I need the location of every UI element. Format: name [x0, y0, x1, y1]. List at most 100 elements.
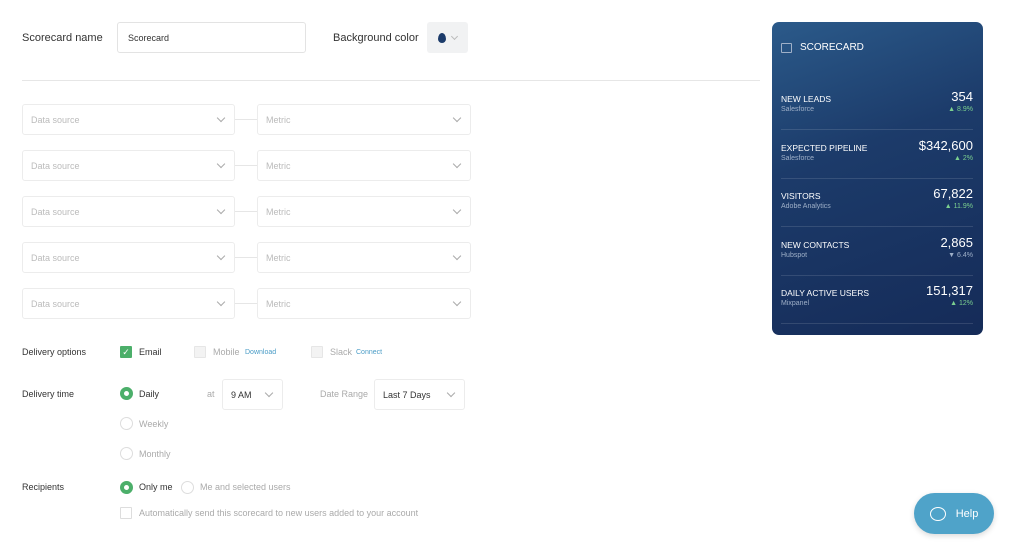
date-range-value: Last 7 Days	[383, 389, 431, 400]
scorecard-preview: SCORECARD NEW LEADS Salesforce 354 ▲ 8.9…	[772, 22, 983, 335]
daily-label: Daily	[139, 389, 160, 399]
background-color-picker[interactable]	[427, 22, 468, 53]
metric-name: EXPECTED PIPELINE	[781, 142, 868, 153]
data-source-placeholder: Data source	[31, 206, 80, 217]
scorecard-row: NEW CONTACTS Hubspot 2,865 ▼ 6.4%	[781, 228, 973, 276]
scorecard-name-label: Scorecard name	[22, 32, 103, 44]
chevron-down-icon	[216, 205, 226, 215]
auto-send-label: Automatically send this scorecard to new…	[139, 508, 419, 518]
metric-value: 354	[951, 89, 973, 104]
scorecard-icon	[781, 42, 792, 53]
metric-placeholder: Metric	[266, 298, 291, 309]
time-value: 9 AM	[231, 389, 252, 400]
data-source-placeholder: Data source	[31, 252, 80, 263]
email-label: Email	[139, 347, 162, 357]
data-source-select[interactable]: Data source	[22, 104, 235, 135]
chevron-down-icon	[264, 388, 274, 398]
monthly-label: Monthly	[139, 449, 171, 459]
metric-select[interactable]: Metric	[257, 242, 471, 273]
metric-name: VISITORS	[781, 191, 821, 201]
connector-line	[235, 257, 257, 258]
scorecard-name-input[interactable]: Scorecard	[117, 22, 306, 53]
mobile-label: Mobile	[213, 347, 240, 357]
metric-change: ▲ 11.9%	[944, 203, 973, 210]
chat-bubble-icon	[929, 506, 946, 521]
metric-value: $342,600	[918, 137, 973, 153]
download-link[interactable]: Download	[245, 349, 276, 356]
scorecard-row: NEW LEADS Salesforce 354 ▲ 8.9%	[781, 82, 973, 130]
metric-source: Mixpanel	[781, 300, 810, 307]
selected-users-radio[interactable]	[181, 481, 194, 494]
scorecard-title: SCORECARD	[800, 42, 864, 53]
chevron-down-icon	[452, 205, 462, 215]
chevron-down-icon	[452, 251, 462, 261]
monthly-radio[interactable]	[120, 447, 133, 460]
metric-source: Salesforce	[781, 106, 815, 113]
metric-source: Hubspot	[781, 251, 808, 259]
background-color-label: Background color	[333, 32, 419, 44]
metric-name: NEW CONTACTS	[781, 239, 850, 250]
mobile-checkbox[interactable]	[194, 346, 206, 358]
scorecard-row: EXPECTED PIPELINE Salesforce $342,600 ▲ …	[781, 131, 973, 179]
slack-label: Slack	[330, 347, 353, 357]
weekly-radio[interactable]	[120, 417, 133, 430]
chevron-down-icon	[450, 32, 459, 40]
divider	[22, 80, 760, 81]
delivery-time-label: Delivery time	[22, 389, 75, 399]
metric-select[interactable]: Metric	[257, 196, 471, 227]
date-range-label: Date Range	[320, 389, 369, 399]
only-me-radio[interactable]	[120, 481, 133, 494]
metric-placeholder: Metric	[266, 206, 291, 217]
only-me-label: Only me	[139, 482, 173, 492]
metric-select[interactable]: Metric	[257, 104, 471, 135]
scorecard-row: VISITORS Adobe Analytics 67,822 ▲ 11.9%	[781, 179, 973, 227]
metric-select[interactable]: Metric	[257, 150, 471, 181]
metric-select[interactable]: Metric	[257, 288, 471, 319]
selected-users-label: Me and selected users	[200, 482, 291, 492]
data-source-placeholder: Data source	[31, 160, 80, 171]
chevron-down-icon	[216, 113, 226, 123]
chevron-down-icon	[446, 388, 456, 398]
metric-value: 67,822	[933, 186, 973, 201]
chevron-down-icon	[452, 159, 462, 169]
connector-line	[235, 119, 257, 120]
metric-value: 151,317	[926, 283, 973, 298]
slack-checkbox[interactable]	[311, 346, 323, 358]
recipients-label: Recipients	[22, 482, 65, 492]
metric-change: ▲ 12%	[950, 300, 973, 307]
data-source-select[interactable]: Data source	[22, 242, 235, 273]
auto-send-checkbox[interactable]	[120, 507, 132, 519]
help-button[interactable]: Help	[914, 493, 994, 534]
data-source-select[interactable]: Data source	[22, 150, 235, 181]
data-source-placeholder: Data source	[31, 298, 80, 309]
metric-change: ▲ 8.9%	[948, 106, 973, 113]
chevron-down-icon	[216, 159, 226, 169]
metric-name: DAILY ACTIVE USERS	[781, 288, 870, 298]
data-source-select[interactable]: Data source	[22, 288, 235, 319]
metric-placeholder: Metric	[266, 114, 291, 125]
data-source-select[interactable]: Data source	[22, 196, 235, 227]
metric-change: ▼ 6.4%	[948, 251, 973, 259]
connect-link[interactable]: Connect	[356, 349, 382, 356]
date-range-select[interactable]: Last 7 Days	[374, 379, 465, 410]
connector-line	[235, 303, 257, 304]
metric-value: 2,865	[940, 234, 973, 250]
email-checkbox[interactable]: ✓	[120, 346, 132, 358]
chevron-down-icon	[216, 297, 226, 307]
chevron-down-icon	[216, 251, 226, 261]
droplet-icon	[438, 32, 446, 43]
metric-placeholder: Metric	[266, 160, 291, 171]
daily-radio[interactable]	[120, 387, 133, 400]
chevron-down-icon	[452, 113, 462, 123]
metric-change: ▲ 2%	[954, 154, 973, 162]
delivery-options-label: Delivery options	[22, 347, 87, 357]
time-select[interactable]: 9 AM	[222, 379, 283, 410]
metric-source: Salesforce	[781, 154, 815, 162]
chevron-down-icon	[452, 297, 462, 307]
weekly-label: Weekly	[139, 419, 169, 429]
metric-source: Adobe Analytics	[781, 203, 831, 210]
at-label: at	[207, 389, 215, 399]
help-label: Help	[955, 507, 979, 520]
data-source-placeholder: Data source	[31, 114, 80, 125]
connector-line	[235, 211, 257, 212]
